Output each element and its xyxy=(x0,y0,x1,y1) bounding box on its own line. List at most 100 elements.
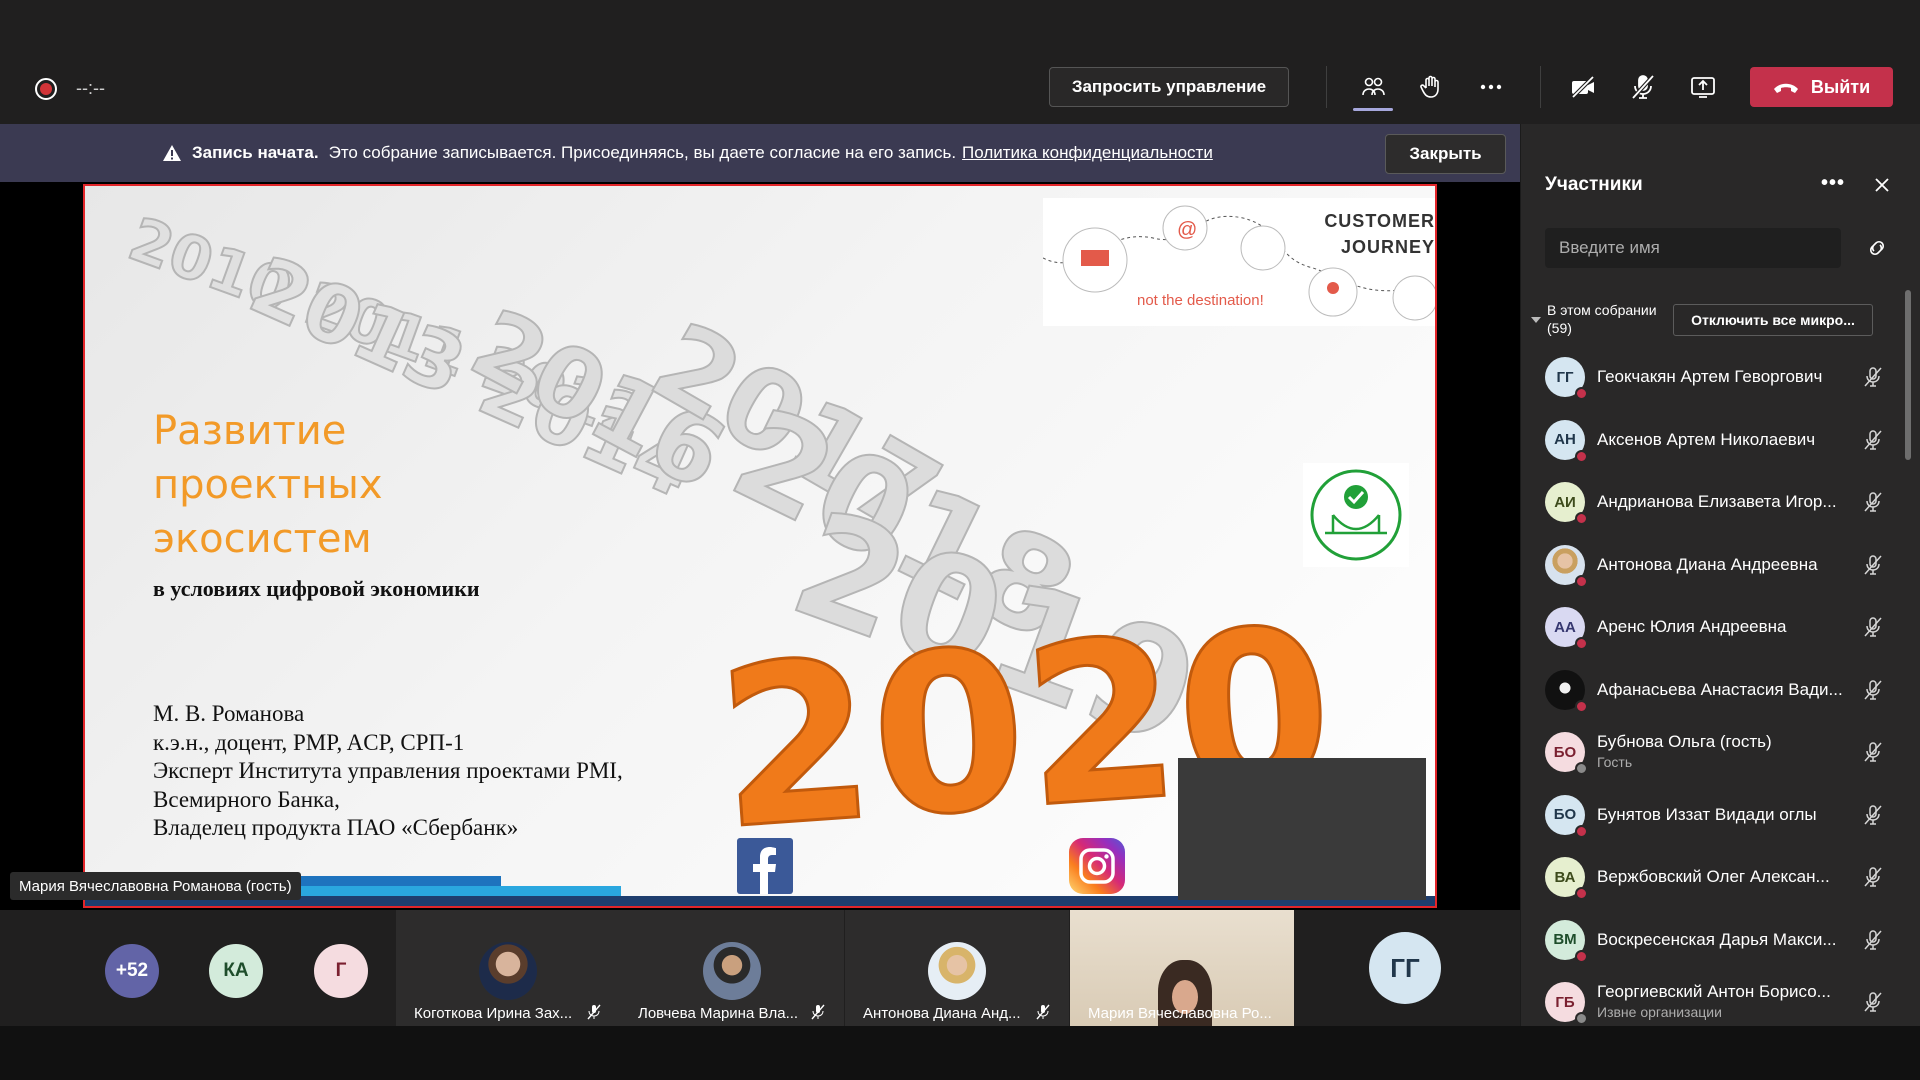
mic-off-icon xyxy=(1036,1004,1050,1020)
warning-icon xyxy=(163,145,181,161)
meeting-toolbar: --:-- Запросить управление Выйти xyxy=(0,0,1920,124)
participant-video-tile[interactable]: Мария Вячеславовна Ро... xyxy=(1070,910,1294,1026)
participant-row[interactable]: ВМ Воскресенская Дарья Макси... xyxy=(1521,909,1905,971)
customer-journey-tagline: not the destination! xyxy=(1137,292,1264,309)
presence-status-icon xyxy=(1575,699,1588,713)
participant-row[interactable]: ВА Вержбовский Олег Алексан... xyxy=(1521,846,1905,908)
mic-off-icon[interactable] xyxy=(1861,490,1885,514)
participant-bubble[interactable]: Г xyxy=(314,944,368,998)
participant-row[interactable]: Антонова Диана Андреевна xyxy=(1521,534,1905,596)
presence-status-icon xyxy=(1575,824,1588,838)
participant-name: Воскресенская Дарья Макси... xyxy=(1597,929,1837,949)
mic-off-icon[interactable] xyxy=(1861,803,1885,827)
participants-active-indicator xyxy=(1353,108,1393,111)
participant-role: Гость xyxy=(1597,754,1633,770)
mic-off-icon[interactable] xyxy=(1861,990,1885,1014)
toolbar-divider xyxy=(1326,66,1327,108)
mic-off-icon[interactable] xyxy=(1861,865,1885,889)
presence-status-icon xyxy=(1575,449,1588,463)
mute-all-button[interactable]: Отключить все микро... xyxy=(1673,304,1873,336)
participant-tile-name: Антонова Диана Анд... xyxy=(863,1005,1021,1022)
mic-off-icon[interactable] xyxy=(1626,70,1660,104)
participant-avatar xyxy=(703,942,761,1000)
mic-off-icon[interactable] xyxy=(1861,615,1885,639)
customer-journey-title: CUSTOMER JOURNEY xyxy=(1324,208,1435,260)
participant-name: Аренс Юлия Андреевна xyxy=(1597,617,1787,636)
participant-bubble[interactable]: КА xyxy=(209,944,263,998)
chevron-down-icon[interactable] xyxy=(1531,317,1541,323)
recording-consent-text: Это собрание записывается. Присоединяясь… xyxy=(328,143,957,162)
participant-row[interactable]: ГГ Геокчакян Артем Геворгович xyxy=(1521,346,1905,408)
participant-tile-name: Ловчева Марина Вла... xyxy=(638,1005,799,1022)
presence-status-icon xyxy=(1575,1012,1588,1025)
participant-tile-name: Коготкова Ирина Зах... xyxy=(414,1005,573,1022)
participant-name: Бубнова Ольга (гость) xyxy=(1597,732,1772,751)
presence-status-icon xyxy=(1575,949,1588,963)
mic-off-icon[interactable] xyxy=(1861,678,1885,702)
panel-more-options-icon[interactable]: ••• xyxy=(1821,172,1845,195)
participant-search-input[interactable] xyxy=(1545,228,1841,268)
slide-author-info: М. В. Романова к.э.н., доцент, PMP, ACP,… xyxy=(153,701,623,840)
close-icon[interactable] xyxy=(1871,174,1893,196)
participant-name: Аксенов Артем Николаевич xyxy=(1597,429,1816,449)
customer-journey-graphic: @ CUSTOMER JOURNEY not the destination! xyxy=(1042,198,1435,326)
participant-row[interactable]: ГБ Георгиевский Антон Борисо... Извне орга… xyxy=(1521,971,1905,1033)
participant-row[interactable]: АИ Андрианова Елизавета Игор... xyxy=(1521,471,1905,533)
close-banner-button[interactable]: Закрыть xyxy=(1385,134,1506,174)
presenter-name-label: Мария Вячеславовна Романова (гость) xyxy=(10,872,301,900)
participant-tile[interactable]: Антонова Диана Анд... xyxy=(845,910,1069,1026)
participants-panel: Участники ••• В этом собрании (59) Отклю… xyxy=(1520,124,1920,1026)
government-products-logo-icon xyxy=(1303,463,1409,567)
in-meeting-section-label[interactable]: В этом собрании (59) xyxy=(1547,301,1677,337)
recording-started-label: Запись начата. xyxy=(192,143,319,162)
more-participants-bubble[interactable]: +52 xyxy=(105,944,159,998)
participant-name: Георгиевский Антон Борисо... xyxy=(1597,982,1831,1001)
participant-tile[interactable]: Коготкова Ирина Зах... xyxy=(396,910,620,1026)
share-screen-icon[interactable] xyxy=(1686,70,1720,104)
mic-off-icon[interactable] xyxy=(1861,428,1885,452)
participant-row[interactable]: АА Аренс Юлия Андреевна xyxy=(1521,596,1905,658)
presence-status-icon xyxy=(1575,887,1588,900)
mic-off-icon xyxy=(587,1004,601,1020)
participant-tile[interactable]: Ловчева Марина Вла... xyxy=(620,910,844,1026)
participants-icon[interactable] xyxy=(1356,70,1390,104)
participant-avatar xyxy=(928,942,986,1000)
participant-name: Геокчакян Артем Геворгович xyxy=(1597,367,1823,386)
facebook-icon xyxy=(737,838,793,894)
leave-button[interactable]: Выйти xyxy=(1750,67,1893,107)
slide-subtitle: в условиях цифровой экономики xyxy=(153,576,480,601)
recording-indicator-icon xyxy=(35,78,57,100)
privacy-policy-link[interactable]: Политика конфиденциальности xyxy=(962,143,1213,163)
participant-avatar xyxy=(479,942,537,1000)
panel-scrollbar[interactable] xyxy=(1905,290,1911,460)
share-invite-link-icon[interactable] xyxy=(1865,238,1889,258)
mic-off-icon[interactable] xyxy=(1861,365,1885,389)
participant-bubble[interactable]: ГГ xyxy=(1369,932,1441,1004)
cj-title-line2: JOURNEY xyxy=(1340,237,1435,257)
presence-status-icon xyxy=(1575,574,1588,588)
presence-status-icon xyxy=(1575,512,1588,525)
camera-off-icon[interactable] xyxy=(1566,70,1600,104)
presence-status-icon xyxy=(1575,387,1588,400)
participant-role: Извне организации xyxy=(1597,1004,1722,1020)
instagram-icon xyxy=(1069,838,1125,894)
participant-row[interactable]: АН Аксенов Артем Николаевич xyxy=(1521,409,1905,471)
participant-name: Вержбовский Олег Алексан... xyxy=(1597,867,1830,886)
participant-row[interactable]: БО Бунятов Иззат Видади оглы xyxy=(1521,784,1905,846)
mic-off-icon[interactable] xyxy=(1861,553,1885,577)
leave-label: Выйти xyxy=(1810,76,1871,97)
more-actions-icon[interactable] xyxy=(1474,70,1508,104)
recording-banner-message: Запись начата. Это собрание записывается… xyxy=(162,124,1213,182)
participant-tile-name: Мария Вячеславовна Ро... xyxy=(1088,1005,1272,1022)
meeting-timer: --:-- xyxy=(76,78,105,98)
raise-hand-icon[interactable] xyxy=(1414,70,1448,104)
slide-title: Развитие проектных экосистем xyxy=(153,408,383,562)
participant-row[interactable]: Афанасьева Анастасия Вади... xyxy=(1521,659,1905,721)
request-control-button[interactable]: Запросить управление xyxy=(1049,67,1289,107)
mic-off-icon xyxy=(811,1004,825,1020)
shared-slide: 2010 2011 2012 2013 2014 2016 2017 2018 … xyxy=(83,184,1437,908)
panel-title: Участники xyxy=(1545,174,1643,195)
mic-off-icon[interactable] xyxy=(1861,740,1885,764)
participant-row[interactable]: БО Бубнова Ольга (гость) Гость xyxy=(1521,721,1905,783)
mic-off-icon[interactable] xyxy=(1861,928,1885,952)
